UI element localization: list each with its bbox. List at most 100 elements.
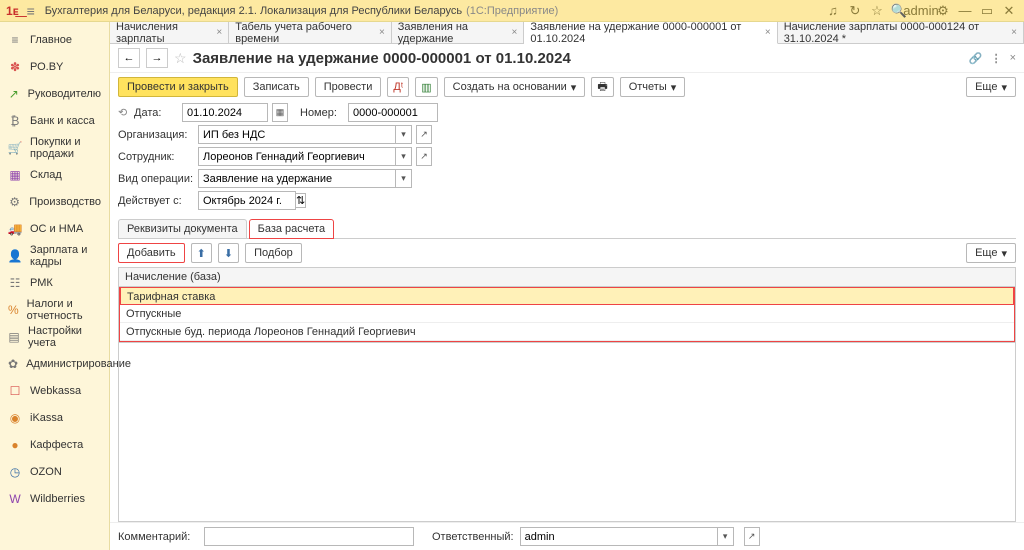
doc-tab-0[interactable]: Начисления зарплаты× [110,22,229,43]
table-row[interactable]: Отпускные [120,305,1014,323]
doc-tab-2[interactable]: Заявления на удержание× [392,22,525,43]
app-subtitle: (1С:Предприятие) [466,5,558,17]
table-header: Начисление (база) [119,268,1015,287]
effective-spin-icon[interactable]: ⇅ [296,193,306,208]
tab-label: Табель учета рабочего времени [235,21,375,45]
close-icon[interactable]: × [216,27,222,38]
sidebar-item-10[interactable]: % Налоги и отчетность [0,296,109,323]
emp-dropdown-icon[interactable]: ▾ [396,147,412,166]
date-input[interactable] [182,103,268,122]
sidebar-item-8[interactable]: 👤Зарплата и кадры [0,242,109,269]
structure-icon[interactable]: ▥ [415,77,437,97]
emp-label: Сотрудник: [118,151,198,163]
sidebar-item-6[interactable]: ⚙Производство [0,188,109,215]
more-button[interactable]: Еще ▾ [966,77,1016,97]
save-button[interactable]: Записать [244,77,309,97]
link-small-icon[interactable]: ⟲ [118,106,134,119]
emp-open-icon[interactable]: ↗ [416,147,432,166]
tab-calc-base[interactable]: База расчета [249,219,335,239]
nav-label: iKassa [30,412,63,424]
app-logo-icon: 1ᴇ͟ [6,4,19,18]
nav-icon: ↗ [8,87,20,101]
doc-tab-1[interactable]: Табель учета рабочего времени × [229,22,392,43]
sidebar-item-1[interactable]: ✽РО.BY [0,53,109,80]
org-dropdown-icon[interactable]: ▾ [396,125,412,144]
close-page-icon[interactable]: × [1010,52,1016,65]
nav-back-button[interactable]: ← [118,48,140,68]
sidebar-item-12[interactable]: ✿Администрирование [0,350,109,377]
table-more-button[interactable]: Еще ▾ [966,243,1016,263]
nav-icon: % [8,303,19,317]
post-button[interactable]: Провести [315,77,382,97]
nav-icon: ≡ [8,33,22,47]
history-icon[interactable]: ↻ [846,2,864,20]
table-row[interactable]: Тарифная ставка [120,287,1014,305]
reports-button[interactable]: Отчеты ▾ [620,77,686,97]
close-icon[interactable]: × [512,27,518,38]
sidebar-item-2[interactable]: ↗Руководителю [0,80,109,107]
sidebar-item-5[interactable]: ▦Склад [0,161,109,188]
responsible-input[interactable] [520,527,718,546]
settings-icon[interactable]: ⚙ [934,2,952,20]
responsible-open-icon[interactable]: ↗ [744,527,760,546]
menu-icon[interactable]: ≡ [23,3,39,19]
sidebar-item-13[interactable]: ☐Webkassa [0,377,109,404]
user-label[interactable]: admin [912,2,930,20]
pick-button[interactable]: Подбор [245,243,302,263]
nav-label: Налоги и отчетность [27,298,101,322]
close-icon[interactable]: × [765,27,771,38]
effective-input[interactable] [198,191,296,210]
comment-label: Комментарий: [118,531,198,543]
close-window-icon[interactable]: ✕ [1000,2,1018,20]
nav-label: Настройки учета [28,325,101,349]
debit-credit-icon[interactable]: Дᵗ [387,77,409,97]
nav-forward-button[interactable]: → [146,48,168,68]
optype-input[interactable] [198,169,396,188]
date-label: Дата: [134,107,182,119]
star-icon[interactable]: ☆ [868,2,886,20]
favorite-icon[interactable]: ☆ [174,50,187,67]
bell-icon[interactable]: ♫ [824,2,842,20]
more-icon[interactable]: ⋮ [991,52,1002,65]
org-input[interactable] [198,125,396,144]
nav-label: Склад [30,169,62,181]
move-down-icon[interactable]: ⬇ [218,243,239,263]
minimize-icon[interactable]: — [956,2,974,20]
create-based-button[interactable]: Создать на основании ▾ [444,77,586,97]
sidebar-item-14[interactable]: ◉iKassa [0,404,109,431]
optype-dropdown-icon[interactable]: ▾ [396,169,412,188]
sidebar-item-9[interactable]: ☷РМК [0,269,109,296]
sidebar-item-15[interactable]: ●Каффеста [0,431,109,458]
link-icon[interactable]: 🔗 [969,52,983,65]
add-button[interactable]: Добавить [118,243,185,263]
nav-label: Зарплата и кадры [30,244,101,268]
emp-input[interactable] [198,147,396,166]
nav-icon: 🚚 [8,222,22,236]
close-icon[interactable]: × [379,27,385,38]
nav-icon: 🛒 [8,141,22,155]
sidebar-item-4[interactable]: 🛒Покупки и продажи [0,134,109,161]
close-icon[interactable]: × [1011,27,1017,38]
nav-label: Webkassa [30,385,81,397]
number-input[interactable] [348,103,438,122]
doc-tab-4[interactable]: Начисление зарплаты 0000-000124 от 31.10… [778,22,1024,43]
doc-tab-3[interactable]: Заявление на удержание 0000-000001 от 01… [524,22,777,44]
post-and-close-button[interactable]: Провести и закрыть [118,77,238,97]
sidebar-item-3[interactable]: ₿Банк и касса [0,107,109,134]
sidebar-item-16[interactable]: ◷ OZON [0,458,109,485]
table-row[interactable]: Отпускные буд. периода Лореонов Геннадий… [120,323,1014,341]
org-open-icon[interactable]: ↗ [416,125,432,144]
sidebar-item-7[interactable]: 🚚ОС и НМА [0,215,109,242]
move-up-icon[interactable]: ⬆ [191,243,212,263]
sidebar-item-17[interactable]: WWildberries [0,485,109,512]
sidebar-item-11[interactable]: ▤Настройки учета [0,323,109,350]
responsible-dropdown-icon[interactable]: ▾ [718,527,734,546]
calendar-icon[interactable]: ▦ [272,103,288,122]
print-icon[interactable]: 🖶 [591,77,613,97]
maximize-icon[interactable]: ▭ [978,2,996,20]
tab-requisites[interactable]: Реквизиты документа [118,219,247,238]
comment-input[interactable] [204,527,414,546]
nav-icon: ◷ [8,465,22,479]
nav-label: OZON [30,466,62,478]
sidebar-item-0[interactable]: ≡Главное [0,26,109,53]
